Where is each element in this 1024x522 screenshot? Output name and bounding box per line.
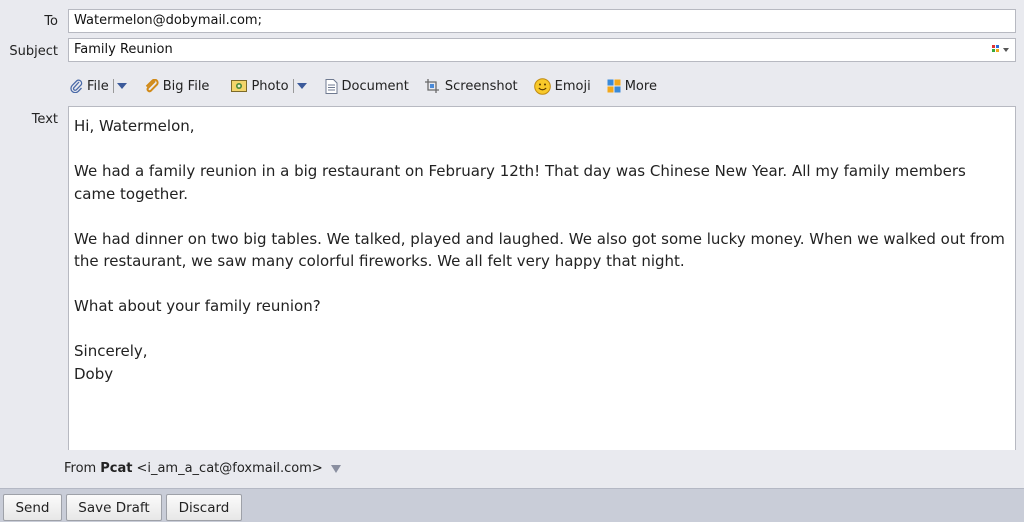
- discard-button[interactable]: Discard: [166, 494, 242, 521]
- chevron-down-icon[interactable]: [116, 83, 127, 89]
- body-paragraph: We had a family reunion in a big restaur…: [74, 162, 966, 203]
- from-label: From: [64, 461, 97, 476]
- greeting: Hi, Watermelon,: [74, 117, 195, 135]
- text-label: Text: [31, 112, 58, 127]
- subject-value: Family Reunion: [74, 42, 173, 57]
- attachment-toolbar: File Big File Photo Document Screenshot …: [68, 75, 671, 97]
- paperclip-icon: [70, 79, 83, 93]
- to-label: To: [44, 14, 58, 29]
- screenshot-button[interactable]: Screenshot: [423, 75, 520, 97]
- photo-button[interactable]: Photo: [229, 75, 312, 97]
- smiley-icon: [533, 77, 551, 95]
- closing: Sincerely,: [74, 342, 148, 360]
- body-paragraph: What about your family reunion?: [74, 297, 321, 315]
- document-icon: [325, 78, 338, 94]
- save-draft-button[interactable]: Save Draft: [66, 494, 162, 521]
- chevron-down-icon[interactable]: [330, 464, 341, 473]
- emoji-button[interactable]: Emoji: [532, 75, 593, 97]
- sender-email: <i_am_a_cat@foxmail.com>: [136, 461, 323, 476]
- more-button[interactable]: More: [605, 75, 659, 97]
- screenshot-label: Screenshot: [444, 78, 518, 94]
- emoji-label: Emoji: [554, 78, 591, 94]
- document-button[interactable]: Document: [323, 75, 411, 97]
- divider: [112, 79, 114, 93]
- signature: Doby: [74, 364, 114, 383]
- body-paragraph: We had dinner on two big tables. We talk…: [74, 229, 1005, 271]
- file-button[interactable]: File: [68, 75, 133, 97]
- big-file-icon: [145, 79, 159, 93]
- message-body[interactable]: Hi, Watermelon, We had a family reunion …: [68, 106, 1016, 450]
- from-selector[interactable]: From Pcat <i_am_a_cat@foxmail.com>: [64, 461, 341, 476]
- sender-name: Pcat: [100, 461, 133, 476]
- grid-icon: [607, 79, 621, 93]
- subject-label: Subject: [9, 44, 58, 59]
- more-label: More: [624, 78, 657, 94]
- document-label: Document: [341, 78, 409, 94]
- chevron-down-icon[interactable]: [296, 83, 307, 89]
- file-label: File: [87, 78, 109, 94]
- subject-field[interactable]: Family Reunion: [68, 38, 1016, 62]
- send-button[interactable]: Send: [3, 494, 62, 521]
- big-file-label: Big File: [162, 78, 210, 94]
- to-field[interactable]: Watermelon@dobymail.com;: [68, 9, 1016, 33]
- big-file-button[interactable]: Big File: [143, 75, 212, 97]
- action-bar: Send Save Draft Discard: [0, 488, 1024, 522]
- format-picker-icon[interactable]: [991, 44, 1011, 56]
- divider: [292, 79, 294, 93]
- photo-icon: [231, 80, 248, 92]
- scissors-icon: [424, 78, 439, 93]
- photo-label: Photo: [251, 78, 289, 94]
